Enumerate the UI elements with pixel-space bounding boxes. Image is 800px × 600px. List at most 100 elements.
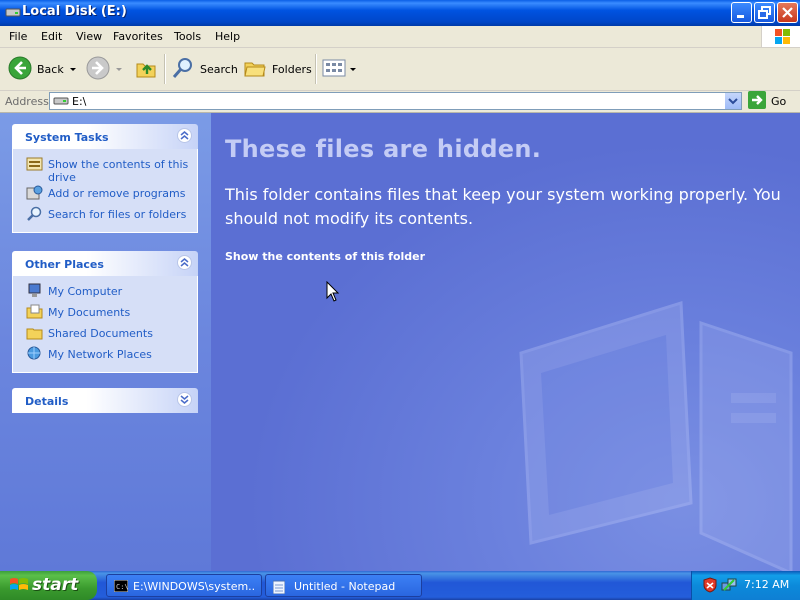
address-input[interactable]: E:\	[49, 92, 742, 110]
start-label: start	[32, 575, 79, 595]
chevron-down-icon[interactable]	[69, 67, 76, 71]
show-folder-contents-link[interactable]: Show the contents of this folder	[225, 250, 425, 263]
task-label: Search for files or folders	[48, 208, 187, 221]
task-pane: System Tasks Show the contents of this d…	[0, 113, 211, 571]
folders-label: Folders	[272, 62, 312, 76]
computer-watermark-icon	[519, 300, 793, 571]
go-arrow-icon	[748, 91, 766, 112]
menu-view[interactable]: View	[76, 30, 102, 43]
details-panel: Details	[12, 388, 198, 413]
other-places-header[interactable]: Other Places	[12, 251, 198, 276]
address-bar: Address E:\ Go	[0, 91, 800, 113]
hidden-files-content: These files are hidden. This folder cont…	[211, 113, 800, 571]
windows-flag-icon	[9, 576, 29, 597]
menu-help[interactable]: Help	[215, 30, 240, 43]
panel-body: Show the contents of this drive Add or r…	[12, 149, 198, 233]
warning-description: This folder contains files that keep you…	[225, 185, 781, 228]
place-label: My Computer	[48, 285, 123, 298]
details-header[interactable]: Details	[12, 388, 198, 413]
address-label: Address	[5, 95, 49, 108]
svg-text:C:\: C:\	[116, 583, 128, 591]
place-my-documents[interactable]: My Documents	[13, 304, 197, 324]
panel-title: System Tasks	[25, 131, 109, 144]
search-icon	[171, 56, 195, 83]
chevron-down-icon[interactable]	[116, 67, 122, 71]
network-status-icon[interactable]	[721, 577, 737, 596]
place-shared-documents[interactable]: Shared Documents	[13, 325, 197, 345]
drive-icon	[5, 6, 21, 18]
command-prompt-icon: C:\	[113, 579, 129, 595]
address-dropdown-button[interactable]	[724, 93, 741, 109]
clock: 7:12 AM	[744, 578, 790, 591]
panel-body: My Computer My Documents Shared Document…	[12, 276, 198, 373]
security-shield-icon[interactable]	[702, 577, 718, 596]
panel-title: Details	[25, 395, 69, 408]
search-label: Search	[200, 62, 238, 76]
place-label: Shared Documents	[48, 327, 153, 340]
up-folder-icon	[134, 56, 158, 83]
forward-arrow-icon	[86, 56, 110, 83]
place-my-network-places[interactable]: My Network Places	[13, 346, 197, 366]
taskbar-button-cmd[interactable]: C:\ E:\WINDOWS\system...	[106, 574, 262, 597]
chevron-down-icon[interactable]	[350, 67, 356, 71]
system-tasks-header[interactable]: System Tasks	[12, 124, 198, 149]
taskbar-button-label: Untitled - Notepad	[294, 580, 396, 593]
address-value: E:\	[72, 95, 87, 108]
search-icon	[26, 206, 43, 221]
mouse-cursor-icon	[326, 281, 340, 302]
folder-icon	[243, 56, 267, 83]
close-button[interactable]	[777, 2, 798, 23]
system-tasks-panel: System Tasks Show the contents of this d…	[12, 124, 198, 233]
toolbar-separator	[315, 54, 317, 84]
up-folder-button[interactable]	[134, 53, 158, 85]
toolbar: Back Search Folders	[0, 48, 800, 91]
task-label: Add or remove programs	[48, 187, 186, 200]
shared-folder-icon	[26, 325, 43, 340]
chevron-up-icon[interactable]	[177, 128, 192, 143]
menu-edit[interactable]: Edit	[41, 30, 62, 43]
task-label: Show the contents of this drive	[48, 158, 189, 184]
page-heading: These files are hidden.	[225, 135, 542, 163]
taskbar: start C:\ E:\WINDOWS\system... Untitled …	[0, 571, 800, 600]
search-button[interactable]: Search	[171, 53, 238, 85]
go-button[interactable]: Go	[748, 91, 787, 112]
window-title: Local Disk (E:)	[22, 4, 127, 19]
my-documents-icon	[26, 304, 43, 319]
menu-file[interactable]: File	[9, 30, 27, 43]
back-arrow-icon	[8, 56, 32, 83]
system-tray: 7:12 AM	[691, 571, 800, 600]
back-label: Back	[37, 62, 64, 76]
go-label: Go	[771, 95, 787, 108]
minimize-button[interactable]	[731, 2, 752, 23]
task-show-drive-contents[interactable]: Show the contents of this drive	[13, 156, 197, 184]
folder-contents-icon	[26, 156, 43, 171]
folders-button[interactable]: Folders	[243, 53, 312, 85]
panel-title: Other Places	[25, 258, 104, 271]
chevron-up-icon[interactable]	[177, 255, 192, 270]
views-button[interactable]	[322, 53, 356, 85]
network-places-icon	[26, 346, 43, 361]
views-icon	[322, 58, 346, 81]
windows-logo-icon	[761, 26, 800, 47]
title-bar[interactable]: Local Disk (E:)	[0, 0, 800, 26]
task-add-remove-programs[interactable]: Add or remove programs	[13, 185, 197, 205]
forward-button[interactable]	[86, 53, 122, 85]
my-computer-icon	[26, 283, 43, 298]
task-search-files[interactable]: Search for files or folders	[13, 206, 197, 226]
menu-bar: File Edit View Favorites Tools Help	[0, 26, 800, 48]
toolbar-separator	[164, 54, 166, 84]
menu-tools[interactable]: Tools	[174, 30, 201, 43]
back-button[interactable]: Back	[8, 53, 76, 85]
maximize-button[interactable]	[754, 2, 775, 23]
place-label: My Network Places	[48, 348, 152, 361]
notepad-icon	[272, 580, 286, 597]
chevron-down-icon[interactable]	[177, 392, 192, 407]
add-remove-programs-icon	[26, 185, 43, 200]
taskbar-button-label: E:\WINDOWS\system...	[133, 580, 255, 593]
other-places-panel: Other Places My Computer My Documents Sh…	[12, 251, 198, 373]
place-label: My Documents	[48, 306, 131, 319]
taskbar-button-notepad[interactable]: Untitled - Notepad	[265, 574, 422, 597]
menu-favorites[interactable]: Favorites	[113, 30, 163, 43]
start-button[interactable]: start	[0, 571, 97, 600]
place-my-computer[interactable]: My Computer	[13, 283, 197, 303]
